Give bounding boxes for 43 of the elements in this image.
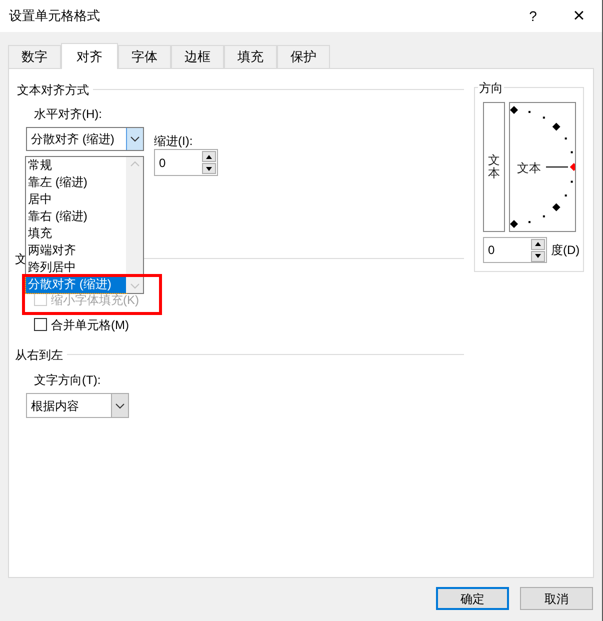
spin-down-button[interactable] [202, 163, 216, 174]
vertical-text-button[interactable]: 文本 [483, 102, 505, 232]
degrees-spin-field[interactable]: 0 [483, 237, 547, 263]
tab[interactable]: 数字 [8, 45, 61, 68]
dropdown-option[interactable]: 居中 [26, 191, 126, 208]
spin-down-button[interactable] [531, 250, 545, 262]
indent-spin-field[interactable]: 0 [154, 149, 218, 176]
group-title: 文 [15, 250, 27, 268]
dropdown-field[interactable]: 根据内容 [26, 393, 129, 418]
dropdown-option[interactable]: 靠左 (缩进) [26, 174, 126, 191]
spin-up-button[interactable] [531, 238, 545, 250]
dropdown-option[interactable]: 填充 [26, 225, 126, 242]
field-label: 度(D) [551, 242, 580, 259]
up-triangle-icon [534, 241, 542, 247]
spin-up-button[interactable] [202, 151, 216, 162]
down-triangle-icon [205, 166, 213, 172]
help-button[interactable]: ? [510, 0, 556, 32]
tab[interactable]: 对齐 [61, 43, 118, 69]
group-title: 文本对齐方式 [17, 82, 89, 98]
checkbox-label: 合并单元格(M) [51, 316, 129, 334]
tab[interactable]: 字体 [118, 45, 171, 68]
field-label: 缩进(I): [154, 133, 194, 149]
dialog-button[interactable]: 确定 [436, 587, 509, 610]
dropdown-option[interactable]: 分散对齐 (缩进) [26, 276, 126, 293]
down-triangle-icon [534, 253, 542, 259]
dropdown-option[interactable]: 两端对齐 [26, 242, 126, 259]
window-title: 设置单元格格式 [9, 7, 101, 26]
field-label: 水平对齐(H): [34, 106, 103, 123]
dropdown-option[interactable]: 常规 [26, 157, 126, 174]
tab[interactable]: 保护 [277, 45, 330, 68]
up-triangle-icon [205, 154, 213, 160]
dropdown-option[interactable]: 靠右 (缩进) [26, 208, 126, 225]
dialog-button[interactable]: 取消 [520, 587, 593, 610]
checkbox[interactable] [34, 318, 47, 331]
field-label: 文字方向(T): [34, 372, 102, 389]
orientation-dial[interactable]: 文本 [509, 102, 576, 232]
checkbox-label: 缩小字体填充(K) [51, 292, 139, 308]
tab[interactable]: 边框 [171, 45, 224, 68]
dropdown-option[interactable]: 跨列居中 [26, 259, 126, 276]
close-button[interactable]: × [556, 0, 602, 32]
group-title: 从右到左 [15, 346, 63, 364]
tab[interactable]: 填充 [224, 45, 277, 68]
dropdown-field[interactable]: 分散对齐 (缩进) [26, 127, 144, 151]
